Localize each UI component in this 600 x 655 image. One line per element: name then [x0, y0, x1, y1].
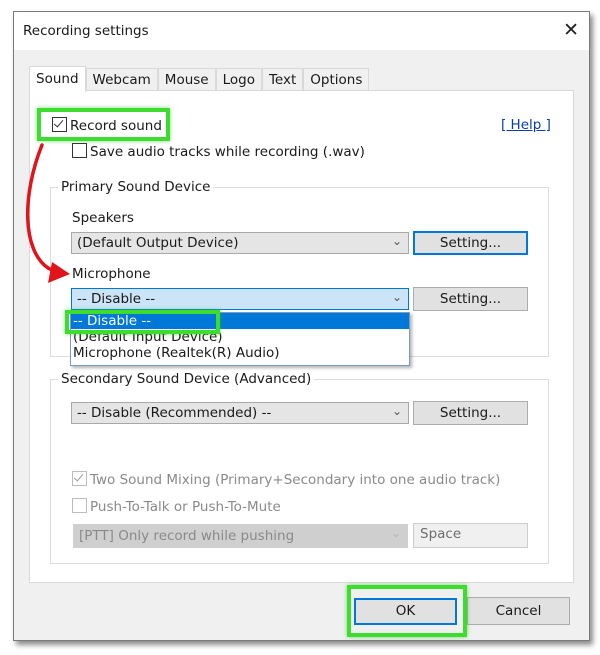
secondary-setting-button[interactable]: Setting...: [413, 401, 528, 425]
ptt-key-field[interactable]: Space: [413, 523, 528, 548]
tab-text[interactable]: Text: [261, 68, 304, 91]
close-icon[interactable]: ✕: [563, 19, 579, 41]
ptt-mode-value: [PTT] Only record while pushing: [79, 528, 295, 544]
chevron-down-icon: ⌄: [391, 290, 402, 304]
chevron-down-icon: ⌄: [391, 404, 402, 418]
speakers-setting-button[interactable]: Setting...: [413, 231, 528, 255]
tab-webcam[interactable]: Webcam: [85, 68, 158, 91]
ptt-mode-dropdown[interactable]: [PTT] Only record while pushing ⌄: [73, 524, 408, 548]
cancel-button[interactable]: Cancel: [467, 597, 570, 625]
microphone-value: -- Disable --: [77, 291, 156, 307]
title-bar: Recording settings ✕: [14, 12, 589, 50]
window-title: Recording settings: [23, 23, 149, 39]
save-wav-checkbox[interactable]: Save audio tracks while recording (.wav): [72, 143, 365, 160]
secondary-device-dropdown[interactable]: -- Disable (Recommended) -- ⌄: [71, 402, 409, 424]
microphone-dropdown-list: -- Disable -- (Default Input Device) Mic…: [70, 312, 410, 366]
microphone-option[interactable]: Microphone (Realtek(R) Audio): [71, 345, 409, 361]
secondary-device-value: -- Disable (Recommended) --: [77, 405, 272, 421]
tab-strip: Sound Webcam Mouse Logo Text Options: [29, 66, 370, 92]
microphone-option[interactable]: (Default Input Device): [71, 329, 409, 345]
checkbox-unchecked-icon: [72, 498, 87, 513]
chevron-down-icon: ⌄: [391, 234, 402, 248]
secondary-group-legend: Secondary Sound Device (Advanced): [58, 371, 315, 387]
save-wav-label: Save audio tracks while recording (.wav): [90, 144, 365, 160]
speakers-label: Speakers: [72, 210, 134, 226]
microphone-label: Microphone: [72, 266, 151, 282]
record-sound-label: Record sound: [70, 118, 162, 134]
checkbox-unchecked-icon: [72, 143, 87, 158]
two-sound-mixing-checkbox[interactable]: Two Sound Mixing (Primary+Secondary into…: [72, 471, 500, 488]
push-to-talk-label: Push-To-Talk or Push-To-Mute: [90, 499, 281, 515]
two-sound-mixing-label: Two Sound Mixing (Primary+Secondary into…: [90, 472, 501, 488]
primary-group-legend: Primary Sound Device: [58, 179, 214, 195]
microphone-dropdown[interactable]: -- Disable -- ⌄: [71, 288, 409, 310]
tab-options[interactable]: Options: [303, 68, 370, 91]
checkbox-checked-icon: [52, 117, 67, 132]
microphone-setting-button[interactable]: Setting...: [413, 287, 528, 311]
ok-button[interactable]: OK: [354, 598, 457, 625]
microphone-option[interactable]: -- Disable --: [71, 313, 409, 329]
push-to-talk-checkbox[interactable]: Push-To-Talk or Push-To-Mute: [72, 498, 281, 515]
tab-mouse[interactable]: Mouse: [157, 68, 216, 91]
speakers-value: (Default Output Device): [77, 235, 239, 251]
record-sound-checkbox[interactable]: Record sound: [52, 117, 162, 134]
tab-sound[interactable]: Sound: [29, 66, 86, 92]
chevron-down-icon: ⌄: [390, 526, 401, 540]
checkbox-checked-icon: [72, 471, 87, 486]
tab-logo[interactable]: Logo: [215, 68, 262, 91]
help-link[interactable]: [ Help ]: [501, 117, 551, 133]
speakers-dropdown[interactable]: (Default Output Device) ⌄: [71, 232, 409, 254]
